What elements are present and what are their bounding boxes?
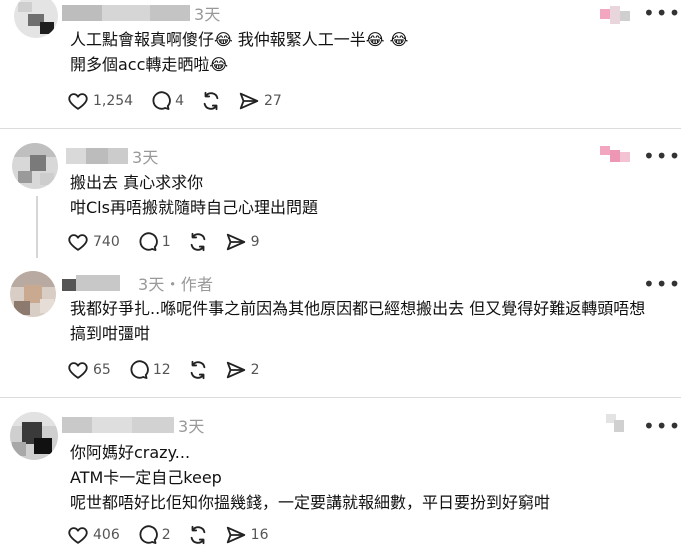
more-options-icon[interactable]: ••• (643, 416, 681, 436)
timestamp: 3天・作者 (138, 275, 214, 294)
like-button[interactable]: 406 (67, 524, 120, 546)
comment-bubble-icon (152, 91, 171, 110)
comment-count: 2 (161, 527, 171, 543)
share-button[interactable]: 27 (238, 90, 282, 112)
username[interactable] (62, 5, 190, 21)
like-count: 740 (93, 234, 120, 250)
like-button[interactable]: 65 (67, 359, 111, 381)
comment-bubble-icon (130, 360, 149, 379)
post-text: 你阿媽好crazy... ATM卡一定自己keep 呢世都唔好比佢知你搵幾錢，一… (70, 440, 550, 515)
post-text-line: ATM卡一定自己keep (70, 468, 222, 487)
post-text: 我都好爭扎..喺呢件事之前因為其他原因都已經想搬出去 但又覺得好難返轉頭唔想 搞… (70, 296, 645, 346)
repost-icon (190, 525, 205, 545)
comment-count: 1 (161, 234, 171, 250)
action-bar: 406 2 16 (67, 523, 284, 547)
post-header: 3天 (62, 414, 205, 436)
divider (0, 397, 681, 398)
comment-count: 12 (152, 362, 171, 378)
flag-icon (606, 414, 636, 432)
action-bar: 65 12 2 (67, 358, 276, 382)
more-options-icon[interactable]: ••• (643, 274, 681, 294)
heart-icon (68, 93, 88, 110)
timestamp: 3天 (132, 148, 159, 167)
action-bar: 740 1 9 (67, 230, 276, 254)
comment-button[interactable]: 4 (149, 90, 184, 112)
username[interactable] (66, 148, 128, 164)
post-text-line: 咁Cls再唔搬就隨時自己心理出問題 (70, 198, 318, 217)
post-text-line: 人工點會報真啊傻仔😂 我仲報緊人工一半😂 😂 (70, 30, 409, 49)
avatar[interactable] (12, 143, 58, 189)
like-button[interactable]: 740 (67, 231, 120, 253)
comment-count: 4 (175, 93, 185, 109)
flag-icon (600, 146, 630, 164)
post-text: 搬出去 真心求求你 咁Cls再唔搬就隨時自己心理出問題 (70, 170, 318, 220)
more-options-icon[interactable]: ••• (643, 3, 681, 23)
repost-button[interactable] (187, 524, 209, 546)
share-send-icon (226, 361, 245, 379)
comment-bubble-icon (139, 232, 158, 251)
timestamp: 3天 (178, 417, 205, 436)
comment-bubble-icon (139, 525, 158, 544)
flag-icon (600, 6, 630, 24)
avatar[interactable] (10, 412, 58, 460)
share-send-icon (226, 526, 245, 544)
repost-button[interactable] (200, 90, 222, 112)
like-count: 1,254 (93, 93, 134, 109)
action-bar: 1,254 4 27 (67, 89, 298, 113)
username[interactable] (62, 275, 120, 291)
repost-button[interactable] (187, 231, 209, 253)
post-text-line: 呢世都唔好比佢知你搵幾錢，一定要講就報細數，平日要扮到好窮咁 (70, 493, 551, 512)
post-text-line: 我都好爭扎..喺呢件事之前因為其他原因都已經想搬出去 但又覺得好難返轉頭唔想 (70, 299, 646, 318)
share-button[interactable]: 2 (225, 359, 260, 381)
repost-icon (203, 91, 219, 111)
repost-icon (190, 232, 205, 252)
post-header: 3天・作者 (62, 272, 213, 294)
repost-button[interactable] (187, 359, 209, 381)
reply-post-1: 3天 ••• 人工點會報真啊傻仔😂 我仲報緊人工一半😂 😂 開多個acc轉走晒啦… (0, 0, 681, 128)
share-count: 27 (264, 93, 282, 109)
comment-button[interactable]: 1 (136, 231, 171, 253)
avatar[interactable] (10, 271, 56, 317)
share-count: 9 (250, 234, 260, 250)
share-button[interactable]: 9 (225, 231, 260, 253)
comment-button[interactable]: 2 (136, 524, 171, 546)
share-send-icon (239, 92, 259, 110)
share-send-icon (226, 233, 245, 251)
thread-line (36, 196, 38, 258)
username[interactable] (62, 417, 174, 433)
post-header: 3天 (66, 145, 159, 167)
post-header: 3天 (62, 2, 221, 24)
more-options-icon[interactable]: ••• (643, 146, 681, 166)
repost-icon (190, 360, 205, 380)
comment-button[interactable]: 12 (127, 359, 171, 381)
timestamp: 3天 (194, 5, 221, 24)
post-text-line: 開多個acc轉走晒啦😂 (70, 55, 229, 74)
divider (0, 128, 681, 129)
avatar[interactable] (14, 0, 58, 38)
post-text-line: 搬出去 真心求求你 (70, 173, 204, 192)
post-text-line: 搞到咁彊咁 (70, 324, 151, 343)
heart-icon (68, 234, 88, 251)
like-count: 406 (93, 527, 120, 543)
share-count: 2 (250, 362, 260, 378)
like-count: 65 (93, 362, 111, 378)
share-count: 16 (250, 527, 269, 543)
share-button[interactable]: 16 (225, 524, 269, 546)
heart-icon (68, 362, 88, 379)
like-button[interactable]: 1,254 (67, 90, 133, 112)
heart-icon (68, 527, 88, 544)
post-text: 人工點會報真啊傻仔😂 我仲報緊人工一半😂 😂 開多個acc轉走晒啦😂 (70, 27, 408, 77)
post-text-line: 你阿媽好crazy... (70, 443, 191, 462)
